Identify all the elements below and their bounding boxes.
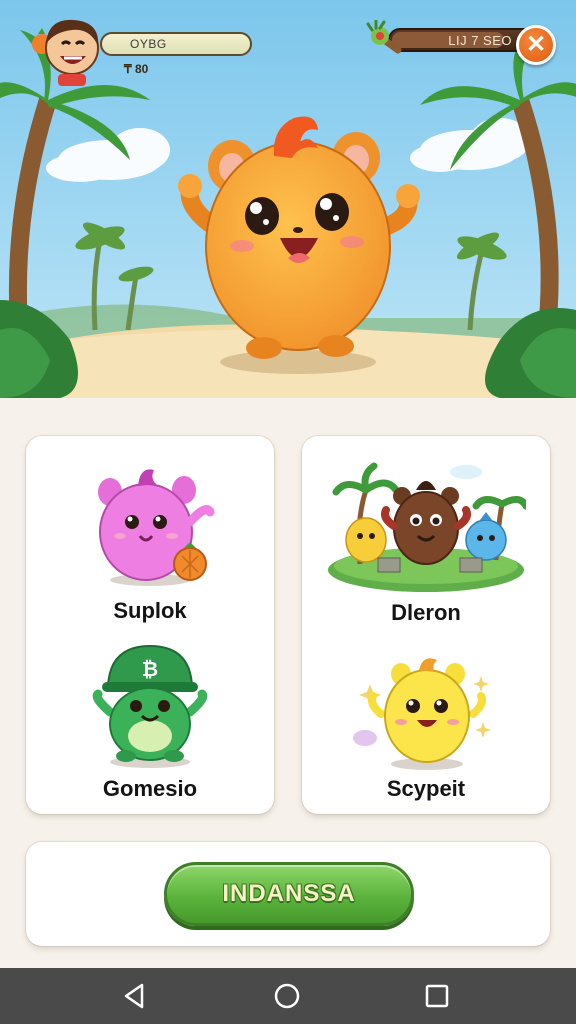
svg-text:₿: ₿ <box>142 659 158 681</box>
primary-action-button[interactable]: INDANSSA <box>164 862 414 926</box>
character-option-dleron[interactable] <box>302 460 550 596</box>
recents-icon[interactable] <box>421 980 453 1012</box>
resource-bar: LIJ 7 SEO <box>388 28 536 52</box>
action-panel: INDANSSA <box>26 842 550 946</box>
character-label: Scypeit <box>386 776 466 801</box>
player-name-bar: OYBG <box>100 32 252 56</box>
close-icon: ✕ <box>525 31 547 58</box>
character-option-gomesio[interactable]: ₿ <box>26 640 274 770</box>
home-icon[interactable] <box>271 980 303 1012</box>
resource-value: LIJ 7 SEO <box>448 33 512 48</box>
yellow-creature-icon <box>353 658 491 770</box>
player-name: OYBG <box>130 37 167 51</box>
character-option-scypeit[interactable] <box>302 652 550 772</box>
creature-group-icon <box>328 462 526 592</box>
fruit-icon <box>366 20 402 54</box>
character-card-left: Suplok ₿ Gomesio <box>26 436 274 814</box>
close-button[interactable]: ✕ <box>516 25 556 65</box>
pink-creature-icon <box>98 469 215 586</box>
player-avatar-icon <box>32 19 99 86</box>
mascot-character <box>178 116 420 359</box>
player-coins: ₸ 80 <box>124 62 149 76</box>
character-card-right: Dleron Scypeit <box>302 436 550 814</box>
player-profile[interactable]: OYBG ₸ 80 <box>20 14 252 86</box>
back-icon[interactable] <box>118 980 150 1012</box>
green-creature-icon: ₿ <box>92 644 208 768</box>
character-option-suplok[interactable] <box>26 456 274 588</box>
character-label: Dleron <box>391 600 461 625</box>
hero-scene: OYBG ₸ 80 LIJ 7 SEO ✕ <box>0 0 576 398</box>
character-label: Gomesio <box>102 776 198 801</box>
resource-counter: LIJ 7 SEO ✕ <box>366 20 558 76</box>
character-label: Suplok <box>113 598 187 623</box>
system-navigation-bar <box>0 968 576 1024</box>
primary-action-label: INDANSSA <box>222 880 356 907</box>
